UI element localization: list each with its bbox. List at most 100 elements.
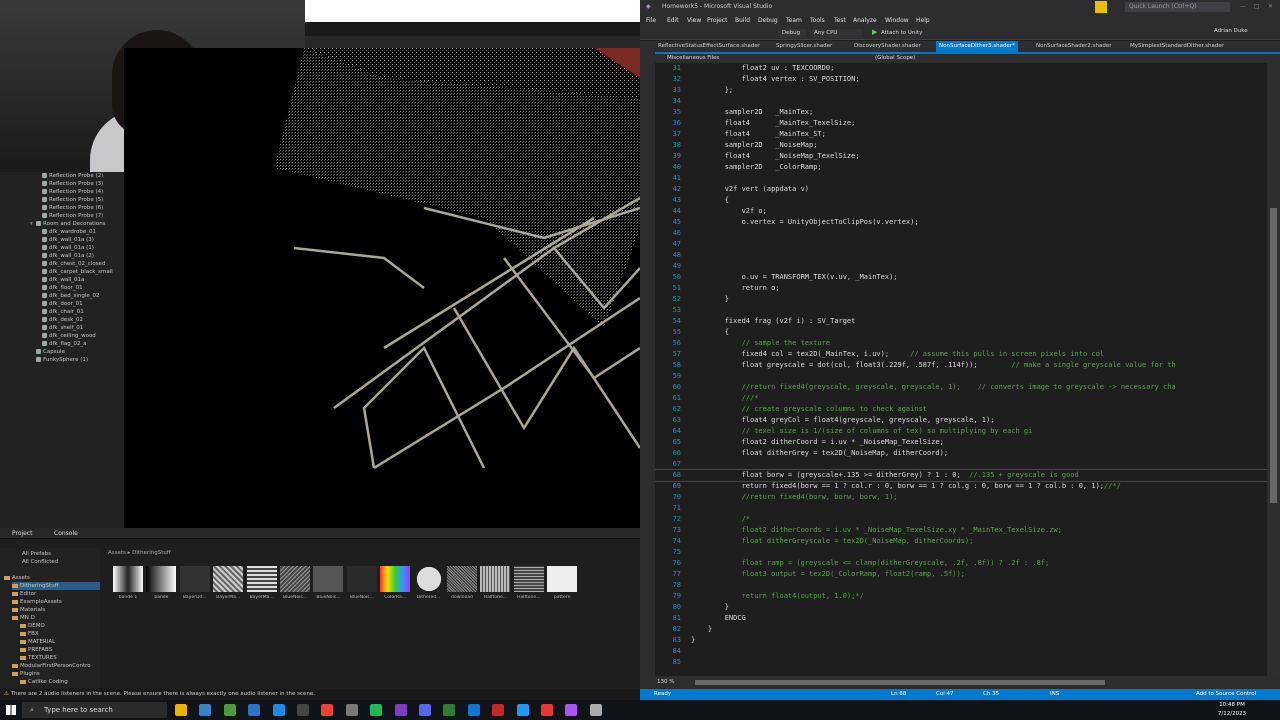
hierarchy-item[interactable]: dfk_chest_02_closed [36,260,105,268]
play-icon[interactable]: ▶ [872,28,877,36]
taskbar-app-icon[interactable] [272,704,285,716]
code-line[interactable]: 33 }; [655,85,734,96]
code-line[interactable]: 63 float4 greyCol = float4(greyscale, gr… [655,415,995,426]
project-folder[interactable]: DEMO [20,622,45,630]
hierarchy-item[interactable]: FunkySphere (1) [30,356,88,364]
code-line[interactable]: 44 v2f o; [655,206,767,217]
code-line[interactable]: 59 [655,371,691,382]
vertical-scrollbar[interactable] [1267,63,1280,676]
hierarchy-item[interactable]: ▾ Room and Decorations [30,220,106,228]
code-line[interactable]: 64 // texel size is 1/(size of columns o… [655,426,1033,437]
code-line[interactable]: 50 o.uv = TRANSFORM_TEX(v.uv, _MainTex); [655,272,898,283]
hierarchy-item[interactable]: dfk_shelf_01 [36,324,83,332]
code-line[interactable]: 66 float ditherGrey = tex2D(_NoiseMap, d… [655,448,949,459]
code-line[interactable]: 36 float4 _MainTex_TexelSize; [655,118,856,129]
taskbar-app-icon[interactable] [492,704,505,716]
code-line[interactable]: 73 float2 ditherCoords = i.uv * _NoiseMa… [655,525,1062,536]
user-name[interactable]: Adrian Duke [1214,28,1248,34]
taskbar-app-icon[interactable] [516,704,529,716]
clock[interactable]: 10:48 PM 7/12/2023 [1212,701,1252,719]
document-tab[interactable]: SpringySlicer.shader [773,41,835,52]
document-tab[interactable]: MySimplestStandardDither.shader [1127,41,1227,52]
code-line[interactable]: 48 [655,250,691,261]
taskbar-app-icon[interactable] [370,704,383,716]
favorite-item[interactable]: All Prefabs [22,550,51,558]
taskbar-app-icon[interactable] [297,704,309,716]
code-line[interactable]: 78 [655,580,691,591]
platform-dropdown[interactable]: Any CPU [812,29,862,38]
menu-item[interactable]: Edit [667,14,679,27]
code-line[interactable]: 71 [655,503,691,514]
filter-icon[interactable] [1095,1,1107,13]
hierarchy-item[interactable]: dfk_chair_01 [36,308,84,316]
code-line[interactable]: 35 sampler2D _MainTex; [655,107,814,118]
code-line[interactable]: 47 [655,239,691,250]
hierarchy-item[interactable]: Capsule [30,348,65,356]
project-dropdown[interactable]: Miscellaneous Files [667,54,719,63]
code-line[interactable]: 76 float ramp = (greyscale <= clamp(dith… [655,558,1050,569]
hierarchy-item[interactable]: dfk_flag_02_a [36,340,87,348]
menu-item[interactable]: View [687,14,701,27]
menu-item[interactable]: Debug [758,14,778,27]
document-tab[interactable]: ReflectiveStatusEffectSurface.shader [655,41,763,52]
hierarchy-item[interactable]: Reflection Probe (5) [36,196,103,204]
hierarchy-item[interactable]: dfk_floor_01 [36,284,83,292]
project-folder[interactable]: FBX [20,630,39,638]
breadcrumb-assets[interactable]: Assets [108,550,126,556]
menu-item[interactable]: Team [786,14,802,27]
config-dropdown[interactable]: Debug [780,29,806,38]
code-line[interactable]: 34 [655,96,691,107]
asset-item[interactable]: download [447,566,477,604]
document-tab[interactable]: DiscoveryShader.shader [851,41,924,52]
project-folder[interactable]: Materials [12,606,45,614]
project-folder[interactable]: TEXTURES [20,654,57,662]
hierarchy-item[interactable]: dfk_door_01 [36,300,83,308]
server-explorer-strip[interactable] [640,41,655,689]
code-line[interactable]: 51 return o; [655,283,780,294]
asset-item[interactable]: bande 1 [113,566,143,604]
code-line[interactable]: 42 v2f vert (appdata v) [655,184,809,195]
asset-item[interactable]: pattern [547,566,578,604]
taskbar-app-icon[interactable] [199,704,212,716]
taskbar-search[interactable]: ⌕ Type here to search [22,702,167,718]
code-line[interactable]: 75 [655,547,691,558]
hierarchy-item[interactable]: Reflection Probe (6) [36,204,103,212]
project-folder[interactable]: MATERIAL [20,638,55,646]
code-line[interactable]: 70 //return fixed4(borw, borw, borw, 1); [655,492,898,503]
favorite-item[interactable]: All Conflicted [22,558,58,566]
quick-launch-input[interactable]: Quick Launch (Ctrl+Q) [1125,2,1230,12]
code-line[interactable]: 45 o.vertex = UnityObjectToClipPos(v.ver… [655,217,919,228]
taskbar-app-icon[interactable] [175,704,187,716]
asset-item[interactable]: Halftone... [513,566,544,604]
code-line[interactable]: 41 [655,173,691,184]
code-line[interactable]: 31 float2 uv : TEXCOORD0; [655,63,835,74]
asset-item[interactable]: BlueNois... [346,566,377,604]
code-line[interactable]: 39 float4 _NoiseMap_TexelSize; [655,151,860,162]
code-line[interactable]: 32 float4 vertex : SV_POSITION; [655,74,860,85]
taskbar-app-icon[interactable] [248,704,261,716]
code-line[interactable]: 81 ENDCG [655,613,746,624]
zoom-level[interactable]: 130 % [657,676,674,689]
start-button[interactable] [6,705,16,715]
source-control-button[interactable]: Add to Source Control [1196,689,1256,700]
taskbar-app-icon[interactable] [223,704,236,716]
horizontal-scrollbar[interactable] [695,680,1105,685]
hierarchy-item[interactable]: dfk_desk_02 [36,316,83,324]
code-line[interactable]: 65 float2 ditherCoord = i.uv * _NoiseMap… [655,437,944,448]
tab-console[interactable]: Console [42,528,78,539]
hierarchy-item[interactable]: dfk_wall_01a (2) [36,252,94,260]
code-editor[interactable]: 31 float2 uv : TEXCOORD0; 32 float4 verte… [655,63,1267,676]
code-line[interactable]: 74 float ditherGreyscale = tex2D(_NoiseM… [655,536,974,547]
code-line[interactable]: 38 sampler2D _NoiseMap; [655,140,818,151]
project-folder[interactable]: ExampleAssets [12,598,62,606]
code-line[interactable]: 85 [655,657,691,668]
breadcrumb-folder[interactable]: DitheringStuff [132,550,170,556]
code-line[interactable]: 53 [655,305,691,316]
code-line[interactable]: 83} [655,635,696,646]
project-folder[interactable]: PREFABS [20,646,52,654]
maximize-button[interactable]: □ [1254,0,1260,14]
hierarchy-item[interactable]: dfk_wall_01a (1) [36,244,94,252]
hierarchy-item[interactable]: dfk_ceiling_wood [36,332,96,340]
code-line[interactable]: 69 return fixed4(borw == 1 ? col.r : 0, … [655,481,1121,492]
code-line[interactable]: 79 return float4(output, 1.0);*/ [655,591,864,602]
